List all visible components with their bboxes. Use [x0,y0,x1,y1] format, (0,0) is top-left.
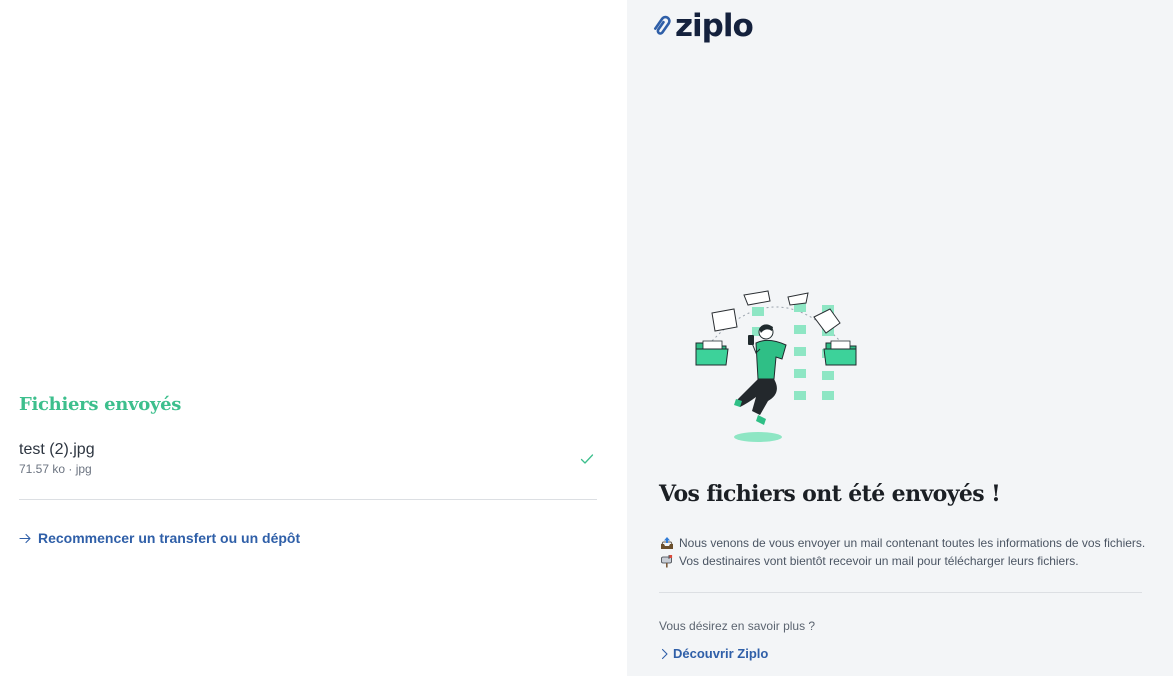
restart-transfer-label: Recommencer un transfert ou un dépôt [38,530,301,546]
logo-text: ziplo [675,8,754,44]
info-line-recipients: Vos destinaires vont bientôt recevoir un… [660,554,1079,568]
chevron-right-icon [661,648,668,659]
learn-more-question: Vous désirez en savoir plus ? [659,619,816,633]
file-meta: 71.57 ko · jpg [19,462,92,476]
arrow-right-icon [19,533,31,543]
mailbox-icon [661,555,673,568]
discover-ziplo-label: Découvrir Ziplo [673,646,769,661]
info-text-recipients: Vos destinaires vont bientôt recevoir un… [679,554,1079,568]
file-row: test (2).jpg 71.57 ko · jpg [19,440,597,500]
info-line-email-sent: Nous venons de vous envoyer un mail cont… [660,536,1145,550]
check-icon [580,454,594,464]
outbox-tray-icon [661,537,673,549]
paperclip-icon [653,15,671,35]
file-transfer-illustration [695,290,857,442]
divider [659,592,1142,593]
restart-transfer-link[interactable]: Recommencer un transfert ou un dépôt [19,530,300,546]
info-text-email-sent: Nous venons de vous envoyer un mail cont… [679,536,1146,550]
discover-ziplo-link[interactable]: Découvrir Ziplo [660,646,768,661]
section-title: Fichiers envoyés [19,394,182,415]
ziplo-logo[interactable]: ziplo [651,8,754,44]
left-panel: Fichiers envoyés test (2).jpg 71.57 ko ·… [0,0,627,676]
success-headline: Vos fichiers ont été envoyés ! [659,481,1001,507]
file-name: test (2).jpg [19,441,95,458]
